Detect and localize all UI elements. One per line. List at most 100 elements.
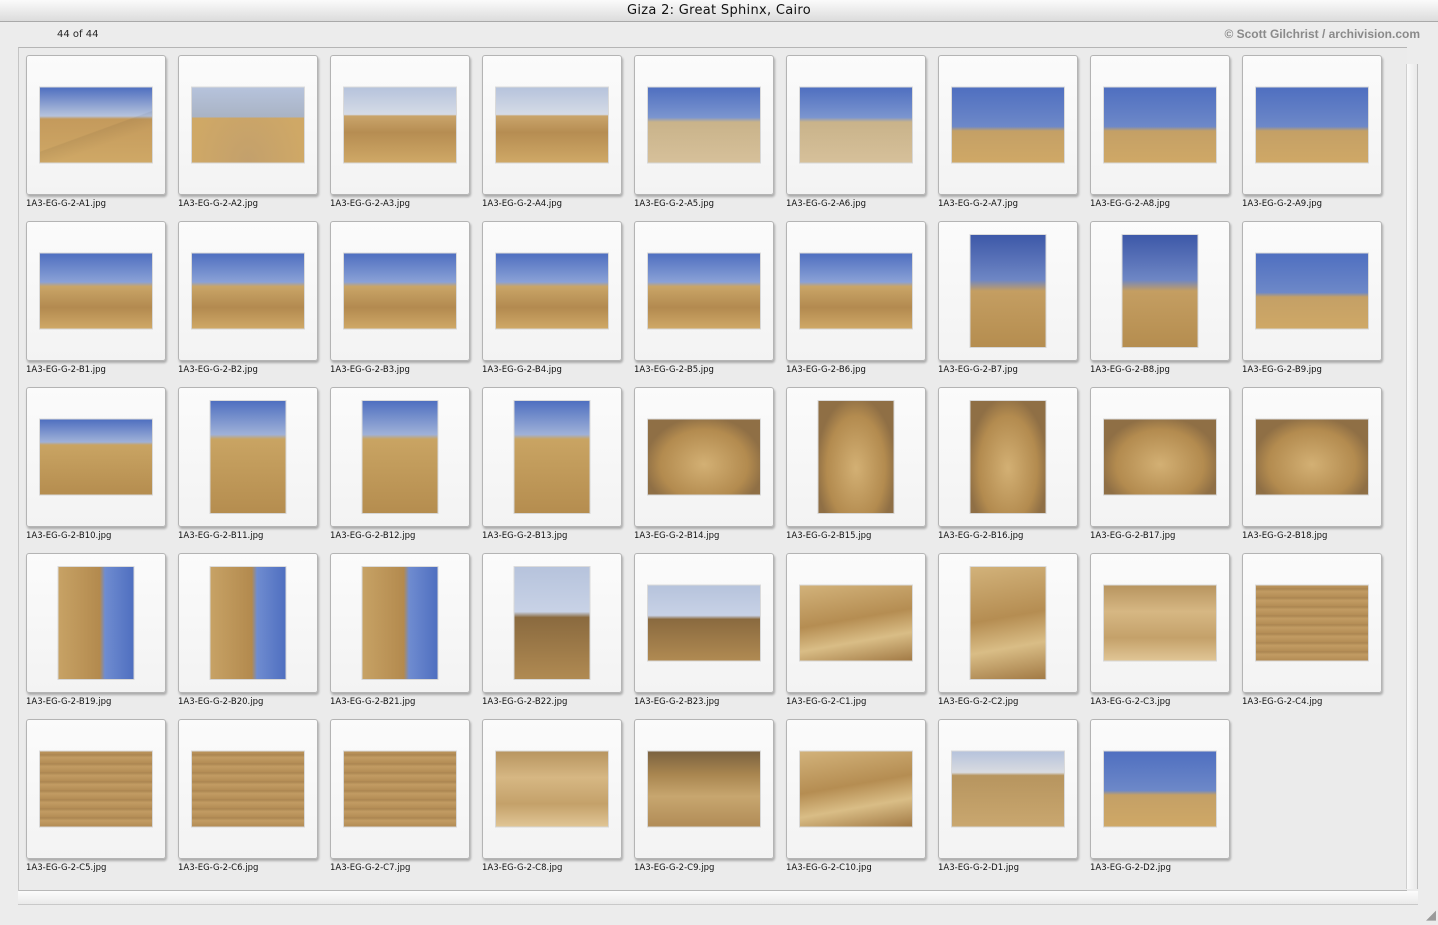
- slide-frame[interactable]: [330, 221, 470, 361]
- slide-frame[interactable]: [938, 387, 1078, 527]
- thumbnail-item[interactable]: 1A3-EG-G-2-B2.jpg: [178, 221, 318, 379]
- thumbnail-item[interactable]: 1A3-EG-G-2-B23.jpg: [634, 553, 774, 711]
- thumbnail-image[interactable]: [1256, 585, 1368, 661]
- slide-frame[interactable]: [482, 553, 622, 693]
- thumbnail-image[interactable]: [514, 567, 590, 679]
- slide-frame[interactable]: [26, 221, 166, 361]
- thumbnail-item[interactable]: 1A3-EG-G-2-B7.jpg: [938, 221, 1078, 379]
- thumbnail-item[interactable]: 1A3-EG-G-2-A3.jpg: [330, 55, 470, 213]
- thumbnail-image[interactable]: [1256, 87, 1368, 163]
- thumbnail-item[interactable]: 1A3-EG-G-2-A8.jpg: [1090, 55, 1230, 213]
- thumbnail-image[interactable]: [800, 585, 912, 661]
- thumbnail-item[interactable]: 1A3-EG-G-2-B11.jpg: [178, 387, 318, 545]
- thumbnail-image[interactable]: [40, 87, 152, 163]
- thumbnail-item[interactable]: 1A3-EG-G-2-C5.jpg: [26, 719, 166, 877]
- slide-frame[interactable]: [330, 719, 470, 859]
- thumbnail-item[interactable]: 1A3-EG-G-2-C9.jpg: [634, 719, 774, 877]
- thumbnail-image[interactable]: [952, 751, 1064, 827]
- slide-frame[interactable]: [1090, 553, 1230, 693]
- thumbnail-item[interactable]: 1A3-EG-G-2-A1.jpg: [26, 55, 166, 213]
- thumbnail-item[interactable]: 1A3-EG-G-2-B22.jpg: [482, 553, 622, 711]
- slide-frame[interactable]: [330, 55, 470, 195]
- slide-frame[interactable]: [330, 387, 470, 527]
- slide-frame[interactable]: [26, 553, 166, 693]
- thumbnail-image[interactable]: [344, 751, 456, 827]
- thumbnail-image[interactable]: [496, 87, 608, 163]
- thumbnail-image[interactable]: [496, 253, 608, 329]
- horizontal-scrollbar[interactable]: [18, 891, 1418, 905]
- thumbnail-item[interactable]: 1A3-EG-G-2-C6.jpg: [178, 719, 318, 877]
- thumbnail-image[interactable]: [210, 567, 286, 679]
- thumbnail-image[interactable]: [648, 585, 760, 661]
- slide-frame[interactable]: [1242, 55, 1382, 195]
- thumbnail-image[interactable]: [362, 401, 438, 513]
- thumbnail-item[interactable]: 1A3-EG-G-2-D1.jpg: [938, 719, 1078, 877]
- thumbnail-image[interactable]: [40, 419, 152, 495]
- thumbnail-image[interactable]: [1256, 253, 1368, 329]
- thumbnail-item[interactable]: 1A3-EG-G-2-B4.jpg: [482, 221, 622, 379]
- thumbnail-item[interactable]: 1A3-EG-G-2-C10.jpg: [786, 719, 926, 877]
- slide-frame[interactable]: [1242, 221, 1382, 361]
- thumbnail-image[interactable]: [192, 253, 304, 329]
- thumbnail-image[interactable]: [40, 253, 152, 329]
- slide-frame[interactable]: [938, 221, 1078, 361]
- thumbnail-image[interactable]: [648, 419, 760, 495]
- slide-frame[interactable]: [178, 553, 318, 693]
- thumbnail-item[interactable]: 1A3-EG-G-2-B20.jpg: [178, 553, 318, 711]
- thumbnail-image[interactable]: [952, 87, 1064, 163]
- slide-frame[interactable]: [634, 55, 774, 195]
- thumbnail-item[interactable]: 1A3-EG-G-2-B6.jpg: [786, 221, 926, 379]
- slide-frame[interactable]: [26, 387, 166, 527]
- thumbnail-image[interactable]: [1104, 419, 1216, 495]
- thumbnail-item[interactable]: 1A3-EG-G-2-B5.jpg: [634, 221, 774, 379]
- thumbnail-image[interactable]: [818, 401, 894, 513]
- slide-frame[interactable]: [482, 55, 622, 195]
- thumbnail-image[interactable]: [210, 401, 286, 513]
- thumbnail-image[interactable]: [970, 235, 1046, 347]
- thumbnail-item[interactable]: 1A3-EG-G-2-B14.jpg: [634, 387, 774, 545]
- thumbnail-item[interactable]: 1A3-EG-G-2-C3.jpg: [1090, 553, 1230, 711]
- thumbnail-item[interactable]: 1A3-EG-G-2-C7.jpg: [330, 719, 470, 877]
- slide-frame[interactable]: [482, 221, 622, 361]
- thumbnail-image[interactable]: [1104, 87, 1216, 163]
- slide-frame[interactable]: [786, 553, 926, 693]
- thumbnail-item[interactable]: 1A3-EG-G-2-B10.jpg: [26, 387, 166, 545]
- thumbnail-item[interactable]: 1A3-EG-G-2-A9.jpg: [1242, 55, 1382, 213]
- thumbnail-image[interactable]: [1122, 235, 1198, 347]
- thumbnail-item[interactable]: 1A3-EG-G-2-D2.jpg: [1090, 719, 1230, 877]
- thumbnail-image[interactable]: [1104, 751, 1216, 827]
- slide-frame[interactable]: [938, 719, 1078, 859]
- thumbnail-item[interactable]: 1A3-EG-G-2-A2.jpg: [178, 55, 318, 213]
- slide-frame[interactable]: [482, 387, 622, 527]
- slide-frame[interactable]: [786, 719, 926, 859]
- slide-frame[interactable]: [938, 55, 1078, 195]
- thumbnail-item[interactable]: 1A3-EG-G-2-B12.jpg: [330, 387, 470, 545]
- resize-grip-icon[interactable]: ◢: [1426, 908, 1436, 923]
- slide-frame[interactable]: [786, 55, 926, 195]
- thumbnail-item[interactable]: 1A3-EG-G-2-B19.jpg: [26, 553, 166, 711]
- thumbnail-image[interactable]: [362, 567, 438, 679]
- thumbnail-image[interactable]: [344, 87, 456, 163]
- slide-frame[interactable]: [634, 719, 774, 859]
- thumbnail-image[interactable]: [514, 401, 590, 513]
- thumbnail-item[interactable]: 1A3-EG-G-2-B21.jpg: [330, 553, 470, 711]
- thumbnail-item[interactable]: 1A3-EG-G-2-C2.jpg: [938, 553, 1078, 711]
- thumbnail-item[interactable]: 1A3-EG-G-2-B13.jpg: [482, 387, 622, 545]
- thumbnail-item[interactable]: 1A3-EG-G-2-A6.jpg: [786, 55, 926, 213]
- thumbnail-item[interactable]: 1A3-EG-G-2-B16.jpg: [938, 387, 1078, 545]
- slide-frame[interactable]: [1090, 221, 1230, 361]
- thumbnail-item[interactable]: 1A3-EG-G-2-C4.jpg: [1242, 553, 1382, 711]
- slide-frame[interactable]: [786, 387, 926, 527]
- thumbnail-item[interactable]: 1A3-EG-G-2-A7.jpg: [938, 55, 1078, 213]
- slide-frame[interactable]: [938, 553, 1078, 693]
- slide-frame[interactable]: [330, 553, 470, 693]
- slide-frame[interactable]: [1242, 387, 1382, 527]
- thumbnail-item[interactable]: 1A3-EG-G-2-A5.jpg: [634, 55, 774, 213]
- thumbnail-image[interactable]: [970, 401, 1046, 513]
- slide-frame[interactable]: [1242, 553, 1382, 693]
- thumbnail-item[interactable]: 1A3-EG-G-2-B15.jpg: [786, 387, 926, 545]
- thumbnail-image[interactable]: [1104, 585, 1216, 661]
- thumbnail-image[interactable]: [1256, 419, 1368, 495]
- thumbnail-image[interactable]: [344, 253, 456, 329]
- slide-frame[interactable]: [786, 221, 926, 361]
